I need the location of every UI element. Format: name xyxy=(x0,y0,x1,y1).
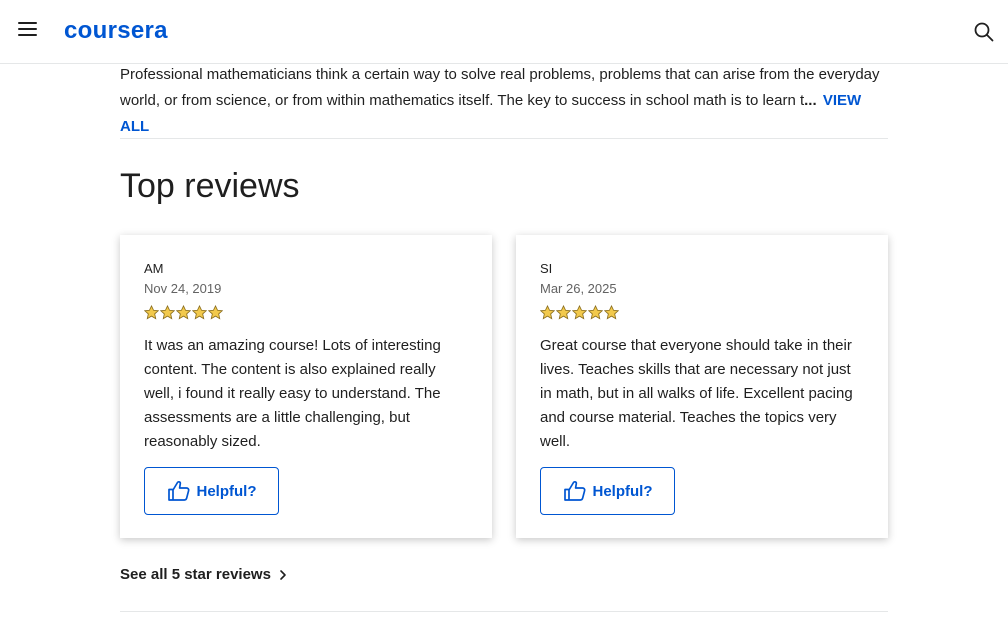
star-rating xyxy=(540,305,864,321)
thumbs-up-icon xyxy=(167,480,190,501)
search-icon[interactable] xyxy=(974,22,994,42)
top-navigation-bar: coursera xyxy=(0,0,1008,64)
see-all-reviews-link[interactable]: See all 5 star reviews xyxy=(120,565,287,585)
star-icon xyxy=(160,305,175,320)
star-icon xyxy=(192,305,207,320)
review-card: AM Nov 24, 2019 It was an amazing course… xyxy=(120,235,492,538)
helpful-button[interactable]: Helpful? xyxy=(540,467,675,515)
review-date: Nov 24, 2019 xyxy=(144,281,222,296)
hamburger-menu-icon[interactable] xyxy=(18,22,38,42)
star-icon xyxy=(208,305,223,320)
star-icon xyxy=(176,305,191,320)
star-icon xyxy=(604,305,619,320)
star-rating xyxy=(144,305,468,321)
reviewer-initials: SI xyxy=(540,261,553,276)
star-icon xyxy=(144,305,159,320)
review-text: It was an amazing course! Lots of intere… xyxy=(144,337,441,450)
section-divider xyxy=(120,611,888,612)
section-divider xyxy=(120,138,888,139)
star-icon xyxy=(588,305,603,320)
review-card: SI Mar 26, 2025 Great course that everyo… xyxy=(516,235,888,538)
about-ellipsis: ... xyxy=(804,92,817,109)
helpful-button[interactable]: Helpful? xyxy=(144,467,279,515)
course-about-text: Professional mathematicians think a cert… xyxy=(120,62,888,140)
see-all-label: See all 5 star reviews xyxy=(120,566,271,583)
chevron-right-icon xyxy=(280,570,286,580)
thumbs-up-icon xyxy=(563,480,586,501)
helpful-label: Helpful? xyxy=(196,482,257,500)
star-icon xyxy=(572,305,587,320)
star-icon xyxy=(556,305,571,320)
review-text: Great course that everyone should take i… xyxy=(540,337,853,450)
helpful-label: Helpful? xyxy=(592,482,653,500)
about-description: Professional mathematicians think a cert… xyxy=(120,66,880,109)
star-icon xyxy=(540,305,555,320)
reviewer-initials: AM xyxy=(144,261,164,276)
top-reviews-title: Top reviews xyxy=(120,167,300,205)
review-date: Mar 26, 2025 xyxy=(540,281,617,296)
coursera-logo[interactable]: coursera xyxy=(64,17,168,45)
